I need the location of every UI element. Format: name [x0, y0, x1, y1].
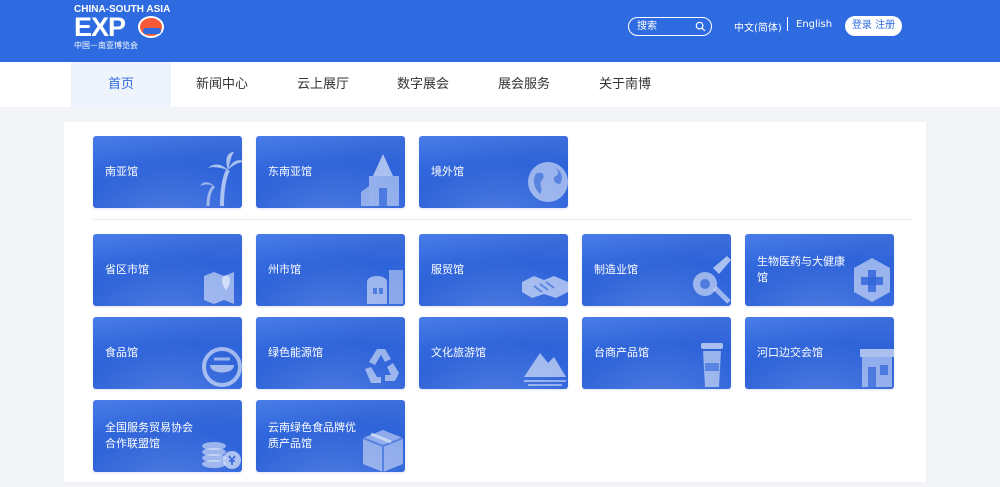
hall-tile-south-asia[interactable]: 南亚馆: [93, 136, 242, 208]
nav-item-cloud-hall[interactable]: 云上展厅: [283, 62, 363, 107]
logo-line2: EXP: [74, 12, 126, 42]
hall-tile-culture-tourism[interactable]: 文化旅游馆: [419, 317, 568, 389]
expo-logo[interactable]: CHINA-SOUTH ASIA EXP 中国－南亚博览会: [74, 4, 170, 50]
cup-icon: [701, 343, 723, 387]
lang-divider: [787, 17, 788, 31]
hall-tile-prefectures[interactable]: 州市馆: [256, 234, 405, 306]
hall-tile-service-trade-alliance[interactable]: 全国服务贸易协会合作联盟馆: [93, 400, 242, 472]
hall-tile-biomedicine[interactable]: 生物医药与大健康馆: [745, 234, 894, 306]
handshake-icon: [522, 276, 568, 298]
hall-tile-provinces[interactable]: 省区市馆: [93, 234, 242, 306]
globe-icon: [528, 162, 568, 202]
nav-item-digital-expo[interactable]: 数字展会: [383, 62, 463, 107]
hall-tile-southeast-asia[interactable]: 东南亚馆: [256, 136, 405, 208]
temple-icon: [361, 154, 399, 206]
section-divider: [93, 219, 912, 220]
map-icon: [204, 272, 234, 304]
lang-english[interactable]: English: [796, 19, 832, 30]
hall-tile-service-trade[interactable]: 服贸馆: [419, 234, 568, 306]
logo-badge-icon: [138, 16, 164, 38]
hall-label: 生物医药与大健康馆: [757, 255, 845, 284]
hall-tile-hekou-border[interactable]: 河口边交会馆: [745, 317, 894, 389]
gear-wrench-icon: [693, 256, 731, 304]
nav-item-services[interactable]: 展会服务: [484, 62, 564, 107]
hall-label: 河口边交会馆: [757, 346, 823, 359]
hall-label: 绿色能源馆: [268, 346, 323, 359]
hall-label: 州市馆: [268, 263, 301, 276]
hall-label: 食品馆: [105, 346, 138, 359]
building-icon: [367, 270, 403, 304]
search-icon[interactable]: [695, 21, 706, 32]
nav-item-news[interactable]: 新闻中心: [182, 62, 262, 107]
hall-tile-manufacturing[interactable]: 制造业馆: [582, 234, 731, 306]
nav-item-home[interactable]: 首页: [71, 62, 171, 107]
hall-tile-food[interactable]: 食品馆: [93, 317, 242, 389]
package-icon: [362, 430, 404, 472]
login-register-button[interactable]: 登录 注册: [845, 16, 902, 36]
hall-label: 东南亚馆: [268, 165, 312, 178]
main-nav: 首页 新闻中心 云上展厅 数字展会 展会服务 关于南博: [0, 62, 1000, 107]
food-bowl-icon: [202, 347, 242, 387]
shop-icon: [860, 349, 894, 387]
hall-label: 云南绿色食品牌优质产品馆: [268, 421, 356, 450]
recycle-icon: [365, 349, 399, 383]
hall-label: 文化旅游馆: [431, 346, 486, 359]
hall-label: 全国服务贸易协会合作联盟馆: [105, 421, 193, 450]
nav-item-about[interactable]: 关于南博: [585, 62, 665, 107]
hall-tile-yunnan-green-food[interactable]: 云南绿色食品牌优质产品馆: [256, 400, 405, 472]
medical-cross-icon: [854, 258, 890, 302]
hall-label: 南亚馆: [105, 165, 138, 178]
lang-chinese[interactable]: 中文(简体): [734, 19, 782, 34]
palm-tree-icon: [200, 152, 242, 207]
hall-tile-taiwan-products[interactable]: 台商产品馆: [582, 317, 731, 389]
hall-tile-overseas[interactable]: 境外馆: [419, 136, 568, 208]
hall-label: 境外馆: [431, 165, 464, 178]
mountain-icon: [524, 353, 566, 386]
coins-icon: [202, 442, 241, 469]
hall-label: 制造业馆: [594, 263, 638, 276]
top-header: CHINA-SOUTH ASIA EXP 中国－南亚博览会 中文(简体) Eng…: [0, 0, 1000, 62]
search-box[interactable]: [628, 17, 712, 36]
hall-label: 省区市馆: [105, 263, 149, 276]
search-input[interactable]: [637, 19, 695, 34]
logo-line3: 中国－南亚博览会: [74, 41, 138, 50]
hall-label: 台商产品馆: [594, 346, 649, 359]
hall-label: 服贸馆: [431, 263, 464, 276]
hall-tile-green-energy[interactable]: 绿色能源馆: [256, 317, 405, 389]
